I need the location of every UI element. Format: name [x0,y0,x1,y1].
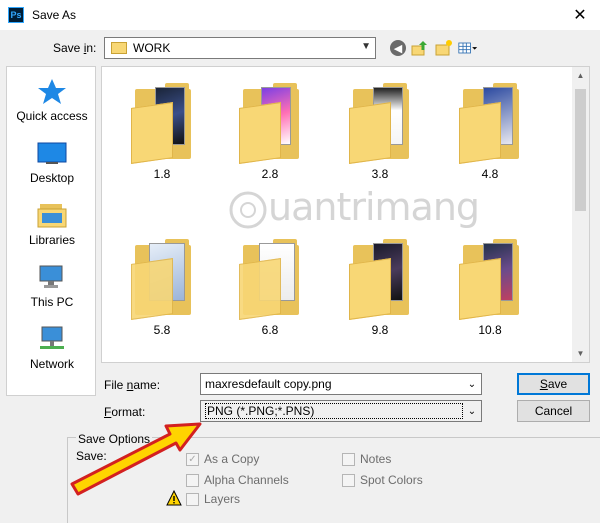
as-a-copy-checkbox[interactable]: ✓ As a Copy [186,452,259,466]
folder-label: 9.8 [371,323,389,337]
save-in-label: Save in: [53,41,97,55]
new-folder-icon [435,40,452,56]
folder-item[interactable]: 10.8 [440,239,540,337]
folder-icon [111,42,127,54]
folder-label: 3.8 [371,167,389,181]
save-in-dropdown[interactable]: WORK ▼ [104,37,376,59]
folder-label: 6.8 [261,323,279,337]
up-folder-button[interactable] [410,38,430,58]
place-this-pc[interactable]: This PC [7,263,97,309]
watermark-logo: uantrimang [228,185,480,230]
title-bar: Ps Save As ✕ [0,0,600,30]
folder-item[interactable]: 4.8 [440,83,540,181]
scroll-up-icon[interactable]: ▲ [572,67,589,84]
close-button[interactable]: ✕ [560,0,600,30]
save-in-value: WORK [133,41,171,55]
folder-label: 1.8 [153,167,171,181]
folder-icon [459,83,521,164]
folder-label: 5.8 [153,323,171,337]
alpha-channels-checkbox[interactable]: Alpha Channels [186,473,289,487]
file-name-input[interactable]: maxresdefault copy.png ⌄ [200,373,482,395]
folder-item[interactable]: 3.8 [330,83,430,181]
save-button[interactable]: Save [517,373,590,395]
cancel-button[interactable]: Cancel [517,400,590,422]
checkmark-icon: ✓ [186,452,199,466]
place-desktop[interactable]: Desktop [7,139,97,185]
navigation-toolbar: ◀ [390,38,478,58]
folder-label: 4.8 [481,167,499,181]
folder-item[interactable]: 5.8 [112,239,212,337]
place-quick-access[interactable]: Quick access [7,77,97,123]
window-title: Save As [32,8,77,22]
notes-checkbox[interactable]: Notes [342,452,391,466]
format-value: PNG (*.PNG;*.PNS) [205,403,463,419]
folder-icon [349,239,411,320]
back-button[interactable]: ◀ [390,40,406,56]
computer-icon [39,265,63,288]
libraries-icon [37,204,67,228]
folder-icon [131,239,193,320]
places-bar: Quick access Desktop Libraries This PC N… [6,66,96,396]
warning-icon [166,490,182,506]
format-label: Format: [104,405,146,419]
up-folder-icon [411,41,427,56]
folder-label: 10.8 [478,323,502,337]
chevron-down-icon: ▼ [361,41,371,52]
photoshop-app-icon: Ps [8,7,24,23]
place-network[interactable]: Network [7,325,97,371]
folder-item[interactable]: 9.8 [330,239,430,337]
new-folder-button[interactable] [434,38,454,58]
view-menu-icon [458,42,478,54]
view-menu-button[interactable] [458,38,478,58]
folder-item[interactable]: 2.8 [220,83,320,181]
save-options-group [67,437,600,523]
save-in-row: Save in: WORK ▼ ◀ [0,36,600,60]
folder-icon [349,83,411,164]
scrollbar-thumb[interactable] [575,89,586,211]
format-dropdown[interactable]: PNG (*.PNG;*.PNS) ⌄ [200,400,482,422]
network-icon [40,326,64,349]
watermark-icon [229,191,267,228]
chevron-down-icon[interactable]: ⌄ [463,401,481,421]
save-options-title: Save Options [76,432,153,446]
layers-checkbox[interactable]: Layers [186,492,240,506]
spot-colors-checkbox[interactable]: Spot Colors [342,473,423,487]
folder-icon [459,239,521,320]
folder-item[interactable]: 6.8 [220,239,320,337]
vertical-scrollbar[interactable]: ▲ ▼ [572,67,589,362]
desktop-icon [37,142,67,164]
folder-label: 2.8 [261,167,279,181]
folder-icon [239,239,301,320]
scroll-down-icon[interactable]: ▼ [572,345,589,362]
quick-access-star-icon [38,79,66,104]
folder-icon [131,83,193,164]
file-name-label: File name: [104,378,161,392]
save-options-save-label: Save: [76,449,107,463]
chevron-down-icon[interactable]: ⌄ [463,374,481,394]
folder-item[interactable]: 1.8 [112,83,212,181]
place-libraries[interactable]: Libraries [7,201,97,247]
folder-icon [239,83,301,164]
